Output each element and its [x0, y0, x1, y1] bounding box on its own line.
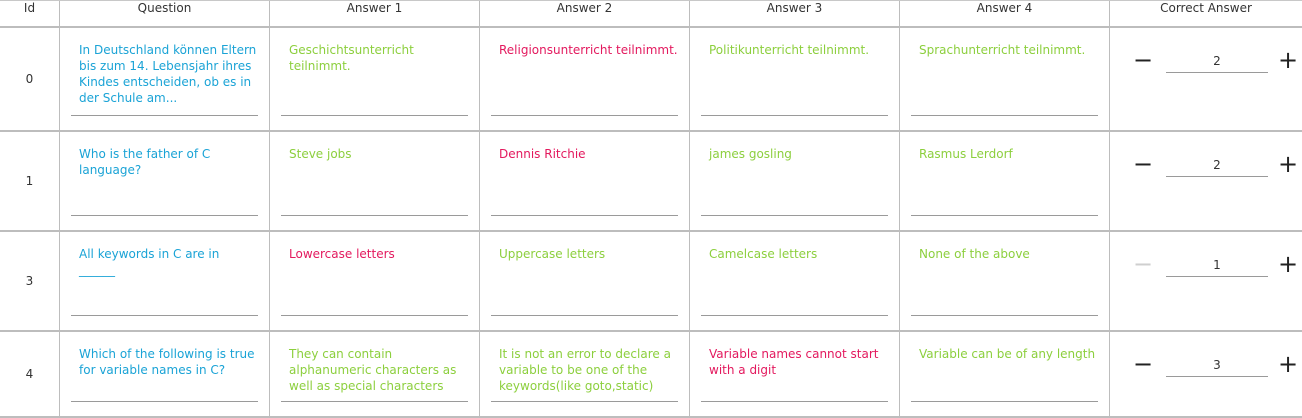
answer-4-input[interactable]	[911, 42, 1098, 116]
minus-icon[interactable]: −	[1132, 48, 1154, 72]
row-id: 1	[0, 132, 60, 232]
correct-answer-input[interactable]	[1166, 354, 1268, 377]
answer-2-cell	[480, 28, 690, 132]
answer-4-input[interactable]	[911, 246, 1098, 316]
answer-3-cell	[690, 132, 900, 232]
answer-4-input[interactable]	[911, 346, 1098, 402]
row-id: 0	[0, 28, 60, 132]
answer-1-input[interactable]	[281, 146, 468, 216]
header-answer-3: Answer 3	[690, 1, 900, 28]
question-input[interactable]	[71, 146, 258, 216]
question-input[interactable]	[71, 42, 258, 116]
answer-1-cell	[270, 332, 480, 418]
answer-1-input[interactable]	[281, 42, 468, 116]
answer-1-cell	[270, 232, 480, 332]
correct-answer-input[interactable]	[1166, 254, 1268, 277]
row-id: 3	[0, 232, 60, 332]
answer-3-cell	[690, 28, 900, 132]
question-cell	[60, 332, 270, 418]
header-correct-answer: Correct Answer	[1110, 1, 1302, 28]
answer-3-input[interactable]	[701, 346, 888, 402]
correct-answer-input[interactable]	[1166, 154, 1268, 177]
header-answer-1: Answer 1	[270, 1, 480, 28]
answer-3-cell	[690, 232, 900, 332]
question-cell	[60, 232, 270, 332]
plus-icon[interactable]: +	[1277, 252, 1299, 276]
questions-table: Id Question Answer 1 Answer 2 Answer 3 A…	[0, 0, 1302, 418]
answer-4-cell	[900, 232, 1110, 332]
row-id: 4	[0, 332, 60, 418]
correct-answer-stepper: −+	[1110, 332, 1302, 418]
answer-3-input[interactable]	[701, 146, 888, 216]
header-answer-2: Answer 2	[480, 1, 690, 28]
question-cell	[60, 28, 270, 132]
answer-2-cell	[480, 132, 690, 232]
answer-2-input[interactable]	[491, 146, 678, 216]
answer-4-cell	[900, 28, 1110, 132]
answer-3-cell	[690, 332, 900, 418]
correct-answer-input[interactable]	[1166, 50, 1268, 73]
header-answer-4: Answer 4	[900, 1, 1110, 28]
plus-icon[interactable]: +	[1277, 152, 1299, 176]
correct-answer-stepper: −+	[1110, 28, 1302, 132]
answer-2-input[interactable]	[491, 246, 678, 316]
correct-answer-stepper: −+	[1110, 132, 1302, 232]
answer-3-input[interactable]	[701, 42, 888, 116]
answer-4-cell	[900, 332, 1110, 418]
answer-1-input[interactable]	[281, 246, 468, 316]
plus-icon[interactable]: +	[1277, 48, 1299, 72]
answer-1-cell	[270, 28, 480, 132]
answer-1-cell	[270, 132, 480, 232]
answer-4-cell	[900, 132, 1110, 232]
minus-icon[interactable]: −	[1132, 252, 1154, 276]
minus-icon[interactable]: −	[1132, 352, 1154, 376]
answer-2-input[interactable]	[491, 42, 678, 116]
header-id: Id	[0, 1, 60, 28]
header-question: Question	[60, 1, 270, 28]
answer-2-input[interactable]	[491, 346, 678, 402]
answer-2-cell	[480, 232, 690, 332]
answer-3-input[interactable]	[701, 246, 888, 316]
question-input[interactable]	[71, 246, 258, 316]
answer-1-input[interactable]	[281, 346, 468, 402]
question-cell	[60, 132, 270, 232]
plus-icon[interactable]: +	[1277, 352, 1299, 376]
minus-icon[interactable]: −	[1132, 152, 1154, 176]
correct-answer-stepper: −+	[1110, 232, 1302, 332]
question-input[interactable]	[71, 346, 258, 402]
answer-2-cell	[480, 332, 690, 418]
answer-4-input[interactable]	[911, 146, 1098, 216]
